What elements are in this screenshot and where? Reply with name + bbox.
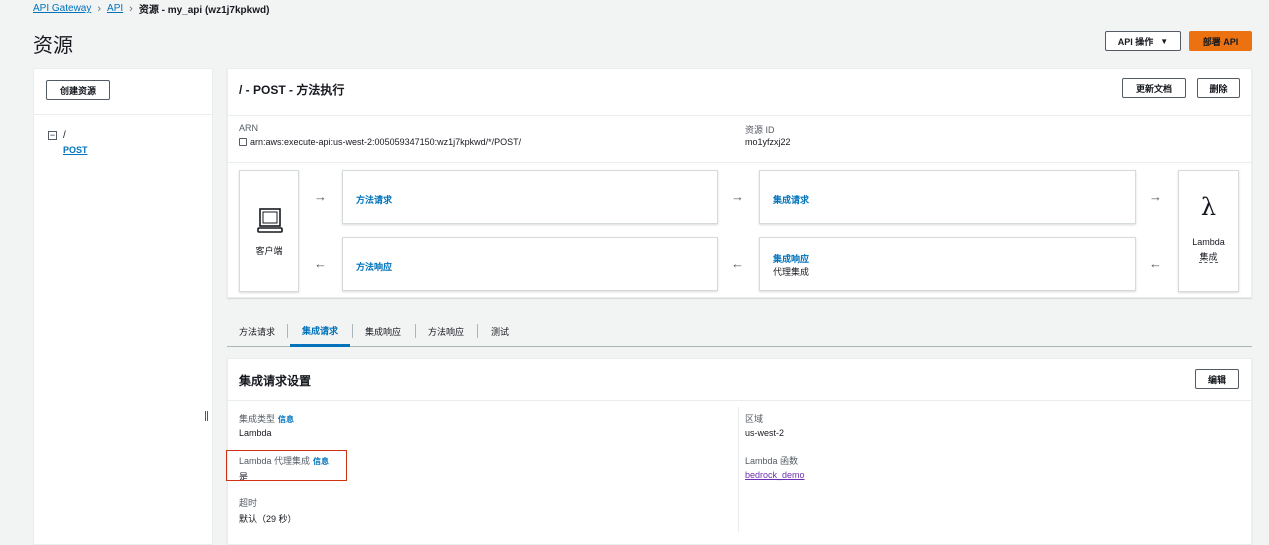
breadcrumb-api-gateway[interactable]: API Gateway: [33, 3, 91, 14]
method-response-link[interactable]: 方法响应: [356, 260, 392, 273]
integration-request-link[interactable]: 集成请求: [773, 193, 809, 206]
arrow-right-icon: →: [731, 189, 744, 204]
divider: [33, 114, 213, 115]
divider: [352, 324, 353, 338]
resource-id-value: mo1yfzxj22: [745, 137, 791, 147]
arrow-left-icon: ←: [1149, 256, 1162, 271]
lambda-box[interactable]: λ Lambda 集成: [1178, 170, 1239, 292]
resource-tree: − / POST: [48, 130, 88, 155]
method-response-box[interactable]: 方法响应: [342, 237, 718, 291]
divider: [228, 162, 1251, 163]
tab-method-request[interactable]: 方法请求: [239, 316, 275, 347]
update-docs-button[interactable]: 更新文档: [1122, 78, 1186, 98]
api-actions-label: API 操作: [1117, 36, 1154, 47]
proxy-integration-text: 代理集成: [773, 267, 810, 277]
arn-label: ARN: [239, 123, 259, 133]
method-tabs: 方法请求 集成请求 集成响应 方法响应 测试: [227, 316, 1252, 347]
collapse-icon[interactable]: −: [48, 131, 57, 140]
chevron-right-icon: ›: [129, 2, 133, 15]
tab-integration-response[interactable]: 集成响应: [365, 316, 401, 347]
lambda-function-link[interactable]: bedrock_demo: [745, 470, 805, 480]
method-title: / - POST - 方法执行: [239, 83, 345, 97]
region-label: 区域: [745, 414, 764, 424]
integration-request-box[interactable]: 集成请求: [759, 170, 1136, 224]
lambda-function-label: Lambda 函数: [745, 456, 799, 466]
integration-response-box[interactable]: 集成响应 代理集成: [759, 237, 1136, 291]
breadcrumb-current: 资源 - my_api (wz1j7kpkwd): [138, 5, 270, 16]
integration-response-link[interactable]: 集成响应: [773, 252, 809, 265]
tab-integration-request[interactable]: 集成请求: [290, 316, 351, 347]
divider: [228, 115, 1251, 116]
settings-title: 集成请求设置: [239, 374, 312, 388]
lambda-icon: λ: [1200, 193, 1217, 221]
tree-method-post[interactable]: POST: [63, 145, 88, 155]
divider: [287, 324, 288, 338]
integration-request-settings: 集成请求设置 编辑 集成类型 信息 Lambda Lambda 代理集成 信息 是 …: [227, 358, 1252, 545]
chevron-right-icon: ›: [97, 2, 102, 15]
delete-button[interactable]: 删除: [1197, 78, 1240, 98]
create-resource-button[interactable]: 创建资源: [46, 80, 110, 100]
client-label: 客户端: [255, 246, 283, 256]
divider: [477, 324, 478, 338]
info-link[interactable]: 信息: [278, 415, 294, 424]
arrow-left-icon: ←: [314, 256, 327, 271]
caret-down-icon: ▼: [1160, 36, 1169, 46]
method-request-link[interactable]: 方法请求: [356, 193, 392, 206]
api-actions-button[interactable]: API 操作 ▼: [1105, 31, 1181, 51]
breadcrumb-api[interactable]: API: [107, 3, 123, 14]
breadcrumb: API Gateway › API › 资源 - my_api (wz1j7kp…: [33, 1, 270, 17]
arn-value: arn:aws:execute-api:us-west-2:0050593471…: [250, 137, 522, 147]
method-request-box[interactable]: 方法请求: [342, 170, 718, 224]
arrow-left-icon: ←: [731, 256, 744, 271]
tab-test[interactable]: 测试: [491, 316, 509, 347]
tab-method-response[interactable]: 方法响应: [428, 316, 464, 347]
panel-resize-handle[interactable]: [205, 411, 208, 421]
highlight-box: [226, 450, 347, 481]
method-execution-panel: / - POST - 方法执行 更新文档 删除 ARN arn:aws:exec…: [227, 68, 1252, 298]
client-box: 客户端: [239, 170, 299, 292]
divider: [415, 324, 416, 338]
deploy-api-button[interactable]: 部署 API: [1189, 31, 1252, 51]
integration-type-label: 集成类型 信息: [239, 414, 295, 424]
timeout-label: 超时: [239, 498, 258, 508]
lambda-label: Lambda: [1192, 237, 1225, 247]
integration-type-value: Lambda: [239, 428, 272, 438]
tree-root[interactable]: /: [63, 130, 66, 141]
resource-id-label: 资源 ID: [745, 125, 775, 135]
region-value: us-west-2: [745, 428, 785, 438]
edit-button[interactable]: 编辑: [1195, 369, 1239, 389]
arrow-right-icon: →: [314, 189, 327, 204]
laptop-icon: [257, 208, 283, 233]
arn-field: arn:aws:execute-api:us-west-2:0050593471…: [239, 137, 521, 147]
timeout-value: 默认（29 秒）: [239, 514, 297, 524]
page-title: 资源: [33, 35, 73, 57]
divider: [738, 407, 739, 532]
copy-icon[interactable]: [239, 138, 247, 146]
lambda-integration-label: 集成: [1199, 252, 1218, 263]
divider: [228, 400, 1251, 401]
arrow-right-icon: →: [1149, 189, 1162, 204]
